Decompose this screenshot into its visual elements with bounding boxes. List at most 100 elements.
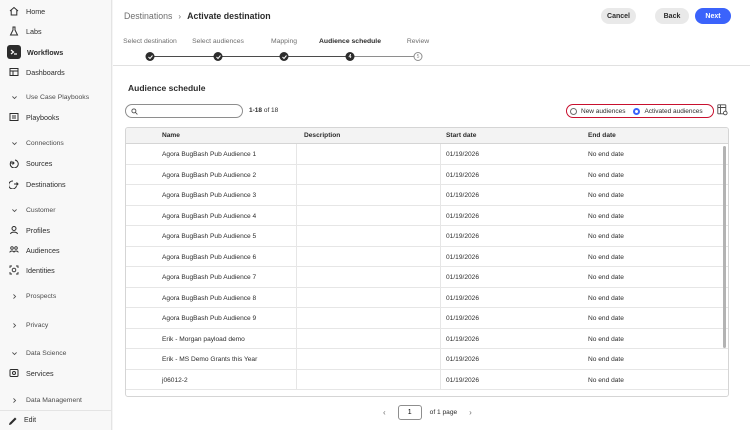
- search-field[interactable]: [125, 104, 243, 118]
- nav-playbooks[interactable]: Playbooks: [0, 109, 112, 125]
- nav-workflows[interactable]: Workflows: [0, 44, 112, 60]
- step-label-select-audiences: Select audiences: [192, 38, 244, 45]
- table-row[interactable]: Erik - MS Demo Grants this Year 01/19/202…: [126, 349, 728, 370]
- nav-destinations[interactable]: Destinations: [0, 176, 112, 192]
- services-icon: [8, 367, 20, 379]
- cell-description[interactable]: [296, 308, 441, 328]
- breadcrumb-destinations[interactable]: Destinations: [124, 11, 172, 21]
- cell-description[interactable]: [296, 349, 441, 369]
- cell-end-date[interactable]: No end date: [588, 233, 624, 240]
- cell-name: Erik - Morgan payload demo: [162, 335, 245, 343]
- nav-section-data-science[interactable]: Data Science: [0, 345, 112, 361]
- nav-section-customer[interactable]: Customer: [0, 202, 112, 218]
- table-row[interactable]: Agora BugBash Pub Audience 6 01/19/2026 No…: [126, 246, 728, 267]
- search-input[interactable]: [141, 107, 241, 115]
- cell-description[interactable]: [296, 267, 441, 287]
- column-settings-icon[interactable]: [717, 104, 728, 116]
- cell-description[interactable]: [296, 369, 441, 390]
- cell-end-date[interactable]: No end date: [588, 315, 624, 322]
- cell-start-date[interactable]: 01/19/2026: [446, 356, 479, 363]
- table-scrollbar[interactable]: [723, 146, 726, 348]
- cell-end-date[interactable]: No end date: [588, 336, 624, 343]
- cell-description[interactable]: [296, 185, 441, 205]
- radio-new-audiences[interactable]: New audiences: [570, 107, 625, 115]
- cell-description[interactable]: [296, 205, 441, 226]
- cell-start-date[interactable]: 01/19/2026: [446, 192, 479, 199]
- cell-end-date[interactable]: No end date: [588, 151, 624, 158]
- table-row[interactable]: Agora BugBash Pub Audience 9 01/19/2026 No…: [126, 308, 728, 329]
- nav-section-connections[interactable]: Connections: [0, 135, 112, 151]
- table-row[interactable]: Agora BugBash Pub Audience 2 01/19/2026 No…: [126, 164, 728, 185]
- cell-description[interactable]: [296, 164, 441, 185]
- pencil-icon: [8, 416, 18, 426]
- nav-sources[interactable]: Sources: [0, 155, 112, 171]
- nav-section-prospects[interactable]: Prospects: [0, 288, 112, 304]
- table-row[interactable]: Agora BugBash Pub Audience 3 01/19/2026 No…: [126, 185, 728, 206]
- nav-section-privacy[interactable]: Privacy: [0, 317, 112, 333]
- result-count: 1-18 of 18: [249, 107, 278, 114]
- cell-end-date[interactable]: No end date: [588, 172, 624, 179]
- next-page-icon[interactable]: ›: [469, 408, 472, 417]
- cell-end-date[interactable]: No end date: [588, 192, 624, 199]
- radio-activated-audiences[interactable]: Activated audiences: [633, 107, 703, 115]
- cell-description[interactable]: [296, 246, 441, 267]
- step-pending-indicator: 5: [413, 52, 423, 61]
- nav-labs[interactable]: Labs: [0, 23, 112, 39]
- prev-page-icon[interactable]: ‹: [383, 408, 386, 417]
- cancel-button[interactable]: Cancel: [601, 8, 636, 24]
- nav-profiles[interactable]: Profiles: [0, 222, 112, 238]
- cell-end-date[interactable]: No end date: [588, 356, 624, 363]
- table-row[interactable]: Agora BugBash Pub Audience 8 01/19/2026 No…: [126, 287, 728, 308]
- back-button[interactable]: Back: [655, 8, 689, 24]
- cell-start-date[interactable]: 01/19/2026: [446, 213, 479, 220]
- nav-audiences[interactable]: Audiences: [0, 242, 112, 258]
- cell-start-date[interactable]: 01/19/2026: [446, 274, 479, 281]
- next-button[interactable]: Next: [695, 8, 731, 24]
- nav-identities[interactable]: Identities: [0, 262, 112, 278]
- table-row[interactable]: Agora BugBash Pub Audience 4 01/19/2026 No…: [126, 205, 728, 226]
- nav-label: Sources: [26, 158, 53, 168]
- cell-start-date[interactable]: 01/19/2026: [446, 151, 479, 158]
- nav-section-use-case-playbooks[interactable]: Use Case Playbooks: [0, 89, 112, 105]
- nav-home[interactable]: Home: [0, 3, 112, 19]
- nav-edit-button[interactable]: Edit: [0, 410, 112, 430]
- nav-section-data-management[interactable]: Data Management: [0, 392, 112, 408]
- nav-edit-label: Edit: [24, 417, 37, 424]
- cell-start-date[interactable]: 01/19/2026: [446, 233, 479, 240]
- cell-end-date[interactable]: No end date: [588, 274, 624, 281]
- table-row[interactable]: Agora BugBash Pub Audience 7 01/19/2026 No…: [126, 267, 728, 288]
- chevron-down-icon: [8, 91, 20, 103]
- cell-end-date[interactable]: No end date: [588, 295, 624, 302]
- column-header-description[interactable]: Description: [304, 132, 340, 139]
- cell-description[interactable]: [296, 328, 441, 349]
- step-label-mapping: Mapping: [270, 38, 298, 45]
- cell-description[interactable]: [296, 226, 441, 246]
- column-header-end-date[interactable]: End date: [588, 132, 616, 139]
- cell-start-date[interactable]: 01/19/2026: [446, 254, 479, 261]
- cell-end-date[interactable]: No end date: [588, 213, 624, 220]
- cell-start-date[interactable]: 01/19/2026: [446, 295, 479, 302]
- table-row[interactable]: Agora BugBash Pub Audience 1 01/19/2026 No…: [126, 144, 728, 165]
- table-row[interactable]: Erik - Morgan payload demo 01/19/2026 No e…: [126, 328, 728, 349]
- cell-start-date[interactable]: 01/19/2026: [446, 172, 479, 179]
- table-row[interactable]: Agora BugBash Pub Audience 5 01/19/2026 No…: [126, 226, 728, 247]
- step-label-audience-schedule: Audience schedule: [319, 38, 381, 45]
- nav-dashboards[interactable]: Dashboards: [0, 64, 112, 80]
- section-title: Audience schedule: [128, 83, 206, 93]
- table-row[interactable]: j06012-2 01/19/2026 No end date: [126, 369, 728, 390]
- column-header-start-date[interactable]: Start date: [446, 132, 476, 139]
- count-total: of 18: [263, 107, 279, 114]
- cell-start-date[interactable]: 01/19/2026: [446, 377, 479, 384]
- nav-services[interactable]: Services: [0, 365, 112, 381]
- cell-start-date[interactable]: 01/19/2026: [446, 315, 479, 322]
- nav-label: Identities: [26, 265, 55, 275]
- cell-description[interactable]: [296, 287, 441, 308]
- profile-icon: [8, 224, 20, 236]
- cell-end-date[interactable]: No end date: [588, 254, 624, 261]
- page-number-input[interactable]: [397, 405, 422, 420]
- cell-start-date[interactable]: 01/19/2026: [446, 336, 479, 343]
- search-icon: [131, 107, 138, 115]
- cell-description[interactable]: [296, 144, 441, 164]
- column-header-name[interactable]: Name: [162, 132, 180, 139]
- cell-end-date[interactable]: No end date: [588, 377, 624, 384]
